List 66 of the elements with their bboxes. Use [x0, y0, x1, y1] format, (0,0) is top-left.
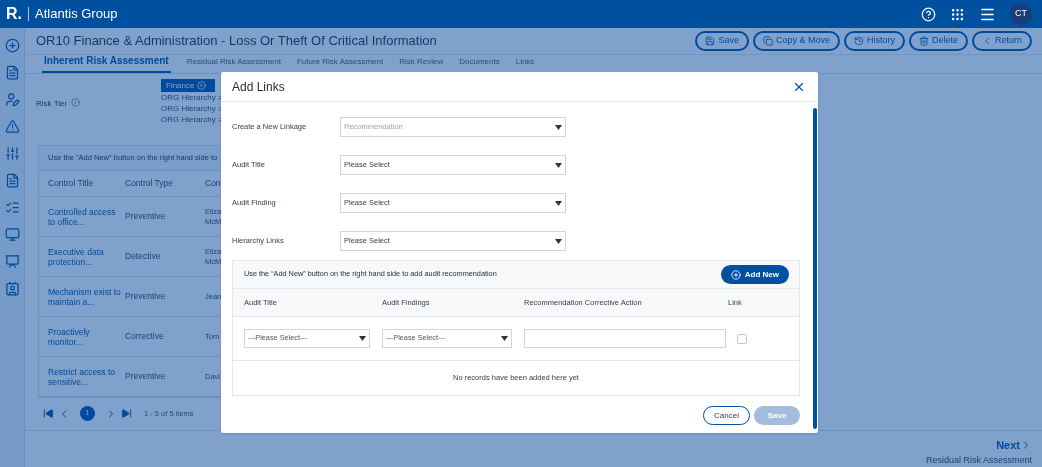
caret-icon: [555, 124, 562, 130]
link-checkbox[interactable]: [737, 333, 747, 344]
table-cell-text: Corrective: [125, 330, 165, 343]
page-title: OR10 Finance & Administration - Loss Or Theft Of Critical Information: [36, 32, 437, 51]
caret-icon: [555, 200, 562, 206]
last-page-icon[interactable]: [121, 408, 132, 419]
remove-icon[interactable]: [197, 81, 207, 90]
plus-circle-icon: [730, 269, 741, 280]
first-page-icon[interactable]: [43, 408, 54, 419]
monitor-icon[interactable]: [4, 227, 20, 242]
presentation-icon[interactable]: [4, 254, 20, 269]
action-button[interactable]: Return: [972, 31, 1032, 51]
table-cell-text: Preventive: [125, 290, 167, 303]
control-title-link[interactable]: Proactively monitor...: [48, 326, 125, 347]
caret-icon: [555, 238, 562, 244]
hierarchy-path: ORG Hierarchy >: [161, 114, 223, 125]
tag-chip[interactable]: Finance: [161, 79, 215, 92]
trash-icon: [918, 36, 929, 46]
action-button[interactable]: Save: [695, 31, 749, 51]
document-icon[interactable]: [4, 173, 20, 188]
copy-icon: [762, 36, 773, 46]
contact-card-icon[interactable]: [4, 281, 20, 296]
help-icon[interactable]: [921, 6, 936, 22]
plus-circle-icon[interactable]: [4, 38, 20, 53]
action-button[interactable]: Delete: [908, 31, 968, 51]
table-cell-text: Detective: [125, 250, 162, 263]
control-title-link[interactable]: Mechanism exist to maintain a...: [48, 286, 125, 307]
table-cell-text: Preventive: [125, 210, 167, 223]
tab[interactable]: Risk Review: [399, 56, 444, 73]
document-icon[interactable]: [4, 65, 20, 80]
logo: R.: [6, 4, 22, 24]
chevron-left-icon: [982, 36, 992, 46]
tab[interactable]: Future Risk Assessment: [296, 56, 384, 73]
organization-name: Atlantis Group: [35, 5, 118, 24]
tab[interactable]: Inherent Risk Assessment: [42, 53, 171, 73]
tab[interactable]: Residual Risk Assessment: [186, 56, 281, 73]
dialog-title: Add Links: [232, 78, 285, 96]
sliders-icon[interactable]: [4, 146, 20, 161]
next-link[interactable]: Next: [996, 437, 1032, 454]
control-title-link[interactable]: Executive data protection...: [48, 246, 125, 267]
action-button[interactable]: Copy & Move: [752, 31, 840, 51]
control-title-link[interactable]: Controlled access to office...: [48, 206, 125, 227]
column-header: Con: [205, 177, 222, 190]
input-field[interactable]: [524, 329, 726, 348]
column-header: Control Title: [48, 177, 95, 190]
control-title-link[interactable]: Restrict access to sensitive...: [48, 366, 125, 387]
next-step-caption: Residual Risk Assessment: [925, 453, 1032, 467]
tab[interactable]: Links: [515, 56, 535, 73]
column-header: Control Type: [125, 177, 175, 190]
apps-grid-icon[interactable]: [950, 6, 965, 22]
hierarchy-path: ORG Hierarchy >: [161, 103, 223, 114]
history-icon: [853, 36, 864, 46]
user-edit-icon[interactable]: [4, 92, 20, 107]
user-avatar[interactable]: CT: [1010, 3, 1032, 25]
table-cell-text: Preventive: [125, 370, 167, 383]
tab[interactable]: Documents: [459, 56, 500, 73]
hierarchy-path: ORG Hierarchy >: [161, 92, 223, 103]
caret-icon: [555, 162, 562, 168]
caret-icon: [359, 336, 366, 341]
info-icon[interactable]: [71, 98, 81, 107]
field-label: Risk Tier: [36, 98, 68, 110]
add-new-button[interactable]: Add New: [720, 265, 789, 284]
checklist-icon[interactable]: [4, 200, 20, 215]
action-button[interactable]: History: [843, 31, 905, 51]
caret-icon: [501, 336, 508, 341]
warning-icon[interactable]: [4, 119, 20, 134]
